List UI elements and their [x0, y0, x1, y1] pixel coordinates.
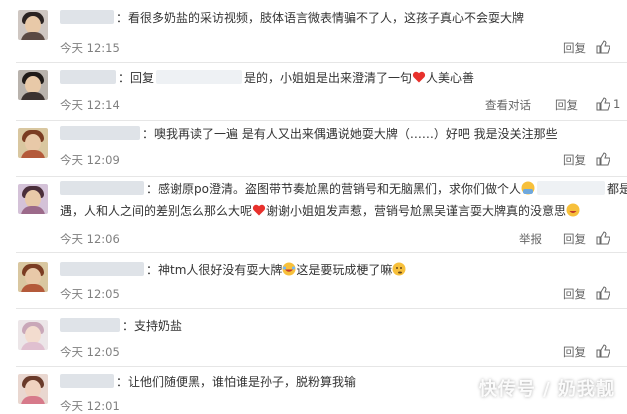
comment-time: 今天 12:01 [60, 399, 120, 413]
thumbs-up-icon[interactable] [596, 40, 610, 54]
thinking-emoji-icon [392, 262, 406, 276]
thumbs-up-icon[interactable] [596, 152, 610, 166]
comment-item: ：感谢原po澄清。盗图带节奏尬黑的营销号和无脑黑们，求你们做个人都是偶 遇，人和… [0, 176, 627, 252]
avatar[interactable] [18, 320, 48, 350]
comment-time: 今天 12:06 [60, 232, 120, 246]
watermark: 快传号 / 奶我靓 [478, 379, 615, 400]
mention-blurred[interactable] [156, 70, 243, 84]
report-link[interactable]: 举报 [519, 231, 542, 247]
avatar[interactable] [18, 10, 48, 40]
comment-text: ：噢我再读了一遍 是有人又出来偶遇说她耍大牌（……）好吧 我是没关注那些 [60, 124, 558, 144]
avatar[interactable] [18, 374, 48, 404]
username-blurred[interactable] [60, 262, 144, 276]
mention-blurred[interactable] [536, 181, 605, 195]
reply-button[interactable]: 回复 [563, 231, 586, 247]
comment-text: ：感谢原po澄清。盗图带节奏尬黑的营销号和无脑黑们，求你们做个人都是偶 [60, 179, 627, 199]
username-blurred[interactable] [60, 126, 140, 140]
username-blurred[interactable] [60, 318, 120, 332]
comment-text: ：支持奶盐 [60, 316, 182, 336]
comment-time: 今天 12:14 [60, 98, 120, 112]
reply-button[interactable]: 回复 [563, 40, 586, 56]
heart-emoji-icon [252, 204, 266, 216]
avatar[interactable] [18, 262, 48, 292]
comment-text: ：回复 是的，小姐姐是出来澄清了一句 人美心善 [60, 68, 474, 88]
username-blurred[interactable] [60, 70, 116, 84]
emoji-icon [521, 181, 535, 195]
like-count: 1 [613, 97, 621, 111]
comment-item: ：支持奶盐 今天 12:05 回复 [0, 308, 627, 366]
grin-emoji-icon [566, 203, 580, 217]
comment-time: 今天 12:09 [60, 153, 120, 167]
comment-item: ：神tm人很好没有耍大牌 这是要玩成梗了嘛 今天 12:05 回复 [0, 252, 627, 308]
username-blurred[interactable] [60, 374, 114, 388]
comment-text: ：让他们随便黑，谁怕谁是孙子，脱粉算我输 [60, 372, 356, 392]
comment-item: ：噢我再读了一遍 是有人又出来偶遇说她耍大牌（……）好吧 我是没关注那些 今天 … [0, 120, 627, 176]
reply-button[interactable]: 回复 [555, 97, 578, 113]
comment-time: 今天 12:05 [60, 287, 120, 301]
comment-item: ：回复 是的，小姐姐是出来澄清了一句 人美心善 今天 12:14 查看对话 回复 1 [0, 62, 627, 120]
view-thread-link[interactable]: 查看对话 [485, 97, 531, 113]
comment-text: ：看很多奶盐的采访视频，肢体语言微表情骗不了人，这孩子真心不会耍大牌 [60, 8, 524, 28]
avatar[interactable] [18, 70, 48, 100]
comment-item: ：看很多奶盐的采访视频，肢体语言微表情骗不了人，这孩子真心不会耍大牌 今天 12… [0, 0, 627, 62]
avatar[interactable] [18, 128, 48, 158]
reply-button[interactable]: 回复 [563, 152, 586, 168]
thumbs-up-icon[interactable] [596, 231, 610, 245]
thumbs-up-icon[interactable] [596, 344, 610, 358]
reply-button[interactable]: 回复 [563, 344, 586, 360]
comment-time: 今天 12:15 [60, 41, 120, 55]
laugh-emoji-icon [282, 262, 296, 276]
reply-button[interactable]: 回复 [563, 286, 586, 302]
username-blurred[interactable] [60, 181, 144, 195]
comment-text-line-2: 遇，人和人之间的差别怎么那么大呢 谢谢小姐姐发声惹，营销号尬黑吴谨言耍大牌真的没意… [60, 201, 580, 221]
thumbs-up-icon[interactable] [596, 286, 610, 300]
avatar[interactable] [18, 184, 48, 214]
username-blurred[interactable] [60, 10, 114, 24]
thumbs-up-icon[interactable] [596, 97, 610, 111]
comment-time: 今天 12:05 [60, 345, 120, 359]
comment-text: ：神tm人很好没有耍大牌 这是要玩成梗了嘛 [60, 260, 406, 280]
heart-emoji-icon [412, 71, 426, 83]
